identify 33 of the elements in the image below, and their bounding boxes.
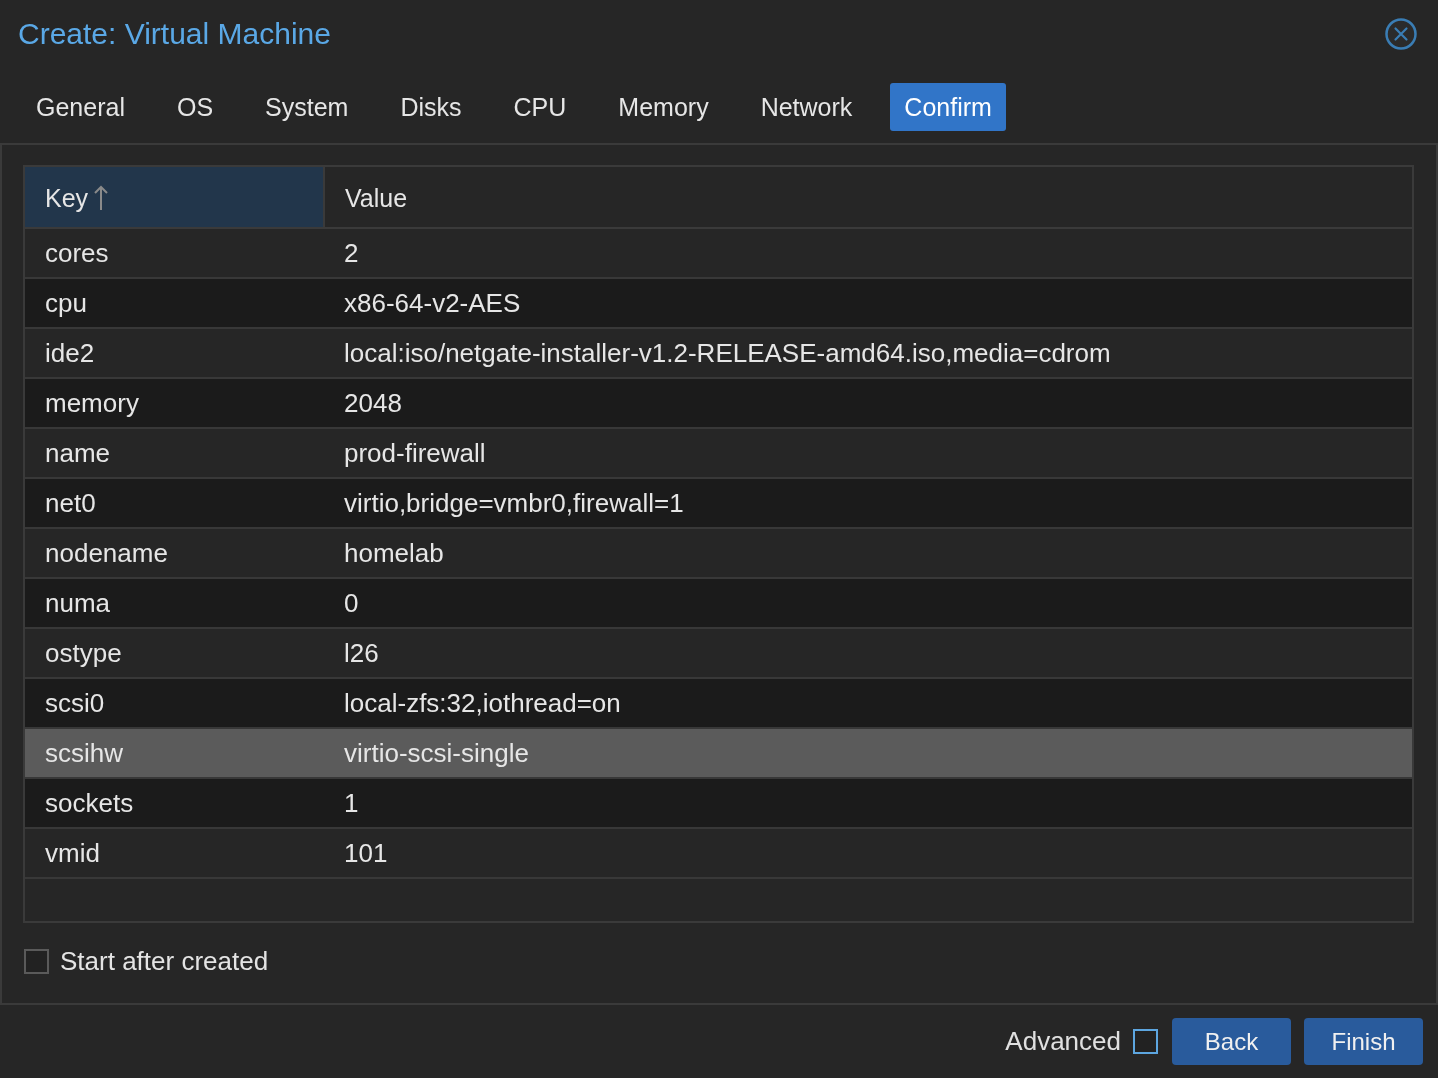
column-header[interactable]: Key: [25, 167, 324, 228]
table-row[interactable]: scsi0 local-zfs:32,iothread=on: [25, 678, 1412, 728]
tab[interactable]: OS: [162, 83, 228, 131]
footer-button[interactable]: Finish: [1304, 1018, 1423, 1065]
table-row[interactable]: net0 virtio,bridge=vmbr0,firewall=1: [25, 478, 1412, 528]
table-row[interactable]: nodename homelab: [25, 528, 1412, 578]
tab[interactable]: Confirm: [890, 83, 1006, 131]
tab[interactable]: General: [22, 83, 139, 131]
table-row[interactable]: numa 0: [25, 578, 1412, 628]
column-header[interactable]: Value: [324, 167, 1412, 228]
table-cell: 101: [324, 828, 1412, 878]
tab[interactable]: Memory: [604, 83, 723, 131]
table-row[interactable]: ide2 local:iso/netgate-installer-v1.2-RELEASE-amd64.iso,media=cdrom: [25, 328, 1412, 378]
table-row[interactable]: vmid 101: [25, 828, 1412, 878]
table-row[interactable]: ostype l26: [25, 628, 1412, 678]
sort-up-icon: [94, 184, 109, 211]
checkbox-label: Advanced: [1005, 1026, 1121, 1057]
tab[interactable]: Network: [746, 83, 867, 131]
table-row[interactable]: sockets 1: [25, 778, 1412, 828]
tab[interactable]: Disks: [386, 83, 476, 131]
close-icon[interactable]: [1385, 18, 1417, 50]
table-row[interactable]: cores 2: [25, 228, 1412, 278]
footer-button[interactable]: Back: [1172, 1018, 1291, 1065]
window-title: Create: Virtual Machine: [18, 16, 331, 52]
table-row[interactable]: cpu x86-64-v2-AES: [25, 278, 1412, 328]
table-row[interactable]: name prod-firewall: [25, 428, 1412, 478]
tab[interactable]: System: [251, 83, 363, 131]
checkbox-label: Start after created: [60, 945, 269, 977]
checkbox[interactable]: [24, 948, 49, 974]
table-row[interactable]: scsihw virtio-scsi-single: [25, 728, 1412, 778]
table-row[interactable]: memory 2048: [25, 378, 1412, 428]
tab[interactable]: CPU: [499, 83, 581, 131]
table-cell: vmid: [25, 828, 324, 878]
